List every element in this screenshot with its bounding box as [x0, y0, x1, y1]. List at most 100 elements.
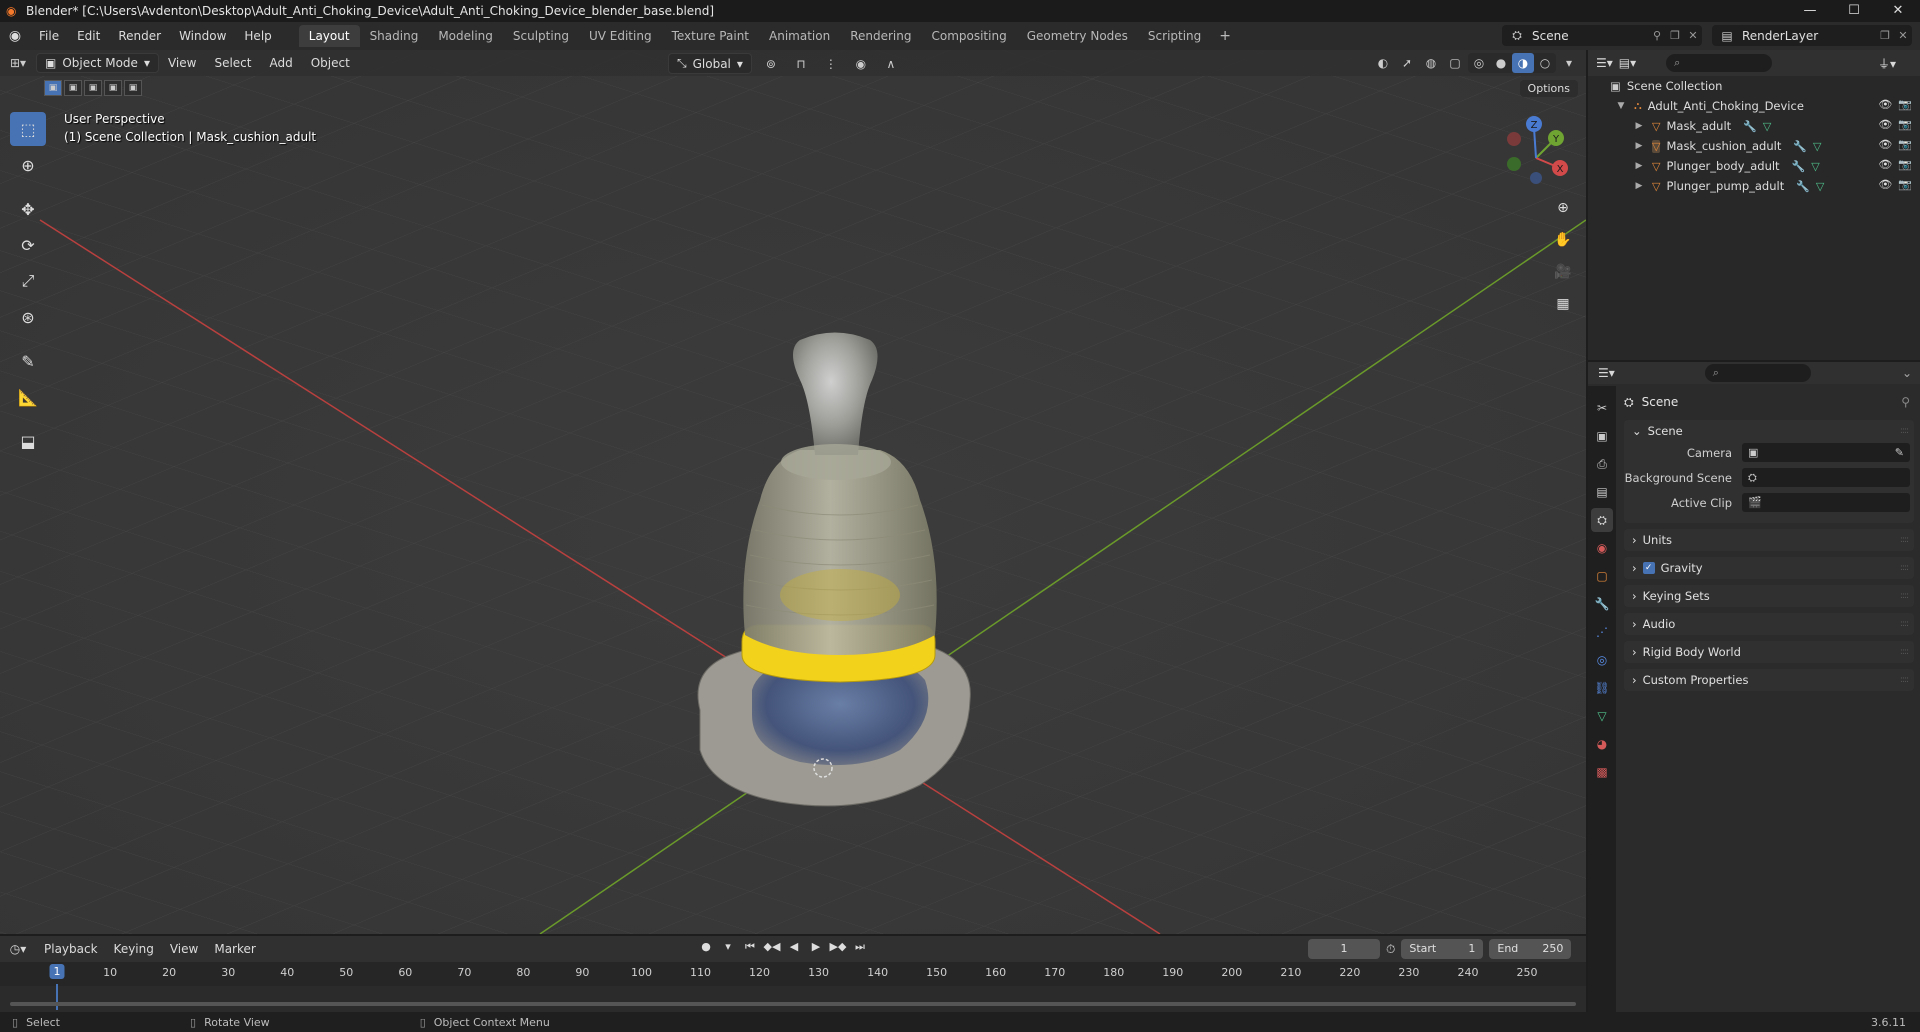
jump-end-icon[interactable]: ⏭	[850, 940, 870, 954]
add-workspace-button[interactable]: +	[1211, 28, 1239, 44]
start-frame-field[interactable]: Start 1	[1401, 939, 1484, 959]
orientation-dropdown[interactable]: ⤡ Global ▾	[668, 53, 752, 74]
select-extend-icon[interactable]: ▣	[64, 80, 82, 96]
physics-tab-icon[interactable]: ◎	[1591, 648, 1613, 672]
jump-start-icon[interactable]: ⏮	[740, 940, 760, 954]
drag-grip-icon[interactable]: ::::	[1900, 563, 1909, 573]
view-layer-selector[interactable]: ▤ RenderLayer ❐ ✕	[1712, 25, 1912, 46]
timeline-menu-keying[interactable]: Keying	[106, 942, 162, 956]
camera-icon[interactable]: 📷	[1898, 118, 1912, 131]
mesh-data-icon[interactable]: ▽	[1811, 160, 1819, 173]
prev-keyframe-icon[interactable]: ◆◀	[762, 940, 782, 954]
keying-sets-panel[interactable]: › Keying Sets::::	[1624, 585, 1914, 607]
modifier-tab-icon[interactable]: 🔧	[1591, 592, 1613, 616]
disclosure-right-icon[interactable]: ▶	[1632, 121, 1646, 131]
gravity-panel[interactable]: › ✓ Gravity::::	[1624, 557, 1914, 579]
camera-icon[interactable]: 📷	[1898, 98, 1912, 111]
rigid-body-world-panel[interactable]: › Rigid Body World::::	[1624, 641, 1914, 663]
3d-viewport[interactable]: Y X Z ⊞▾ ▣ Object Mode ▾ View Select Add…	[0, 50, 1586, 934]
menu-edit[interactable]: Edit	[68, 29, 109, 43]
timeline-ruler[interactable]: 1 10 20 30 40 50 60 70 80 90 100 110 120 130 140 150 16…	[0, 962, 1586, 986]
select-subtract-icon[interactable]: ▣	[84, 80, 102, 96]
outliner-object-row[interactable]: ▶ ▽ Mask_adult 🔧 ▽ 👁 📷	[1588, 116, 1920, 136]
tab-uv-editing[interactable]: UV Editing	[579, 25, 662, 47]
constraints-tab-icon[interactable]: ⛓	[1591, 676, 1613, 700]
current-frame-marker[interactable]: 1	[49, 964, 65, 979]
falloff-icon[interactable]: ∧	[880, 54, 902, 74]
viewport-menu-add[interactable]: Add	[260, 56, 301, 70]
disclosure-down-icon[interactable]: ▼	[1614, 101, 1628, 111]
scene-panel-header[interactable]: ⌄ Scene ::::	[1624, 420, 1914, 442]
viewport-menu-object[interactable]: Object	[302, 56, 359, 70]
new-layer-icon[interactable]: ❐	[1876, 29, 1894, 42]
tool-tab-icon[interactable]: ✂	[1591, 396, 1613, 420]
tab-geometry-nodes[interactable]: Geometry Nodes	[1017, 25, 1138, 47]
timeline-menu-view[interactable]: View	[162, 942, 206, 956]
snap-target-icon[interactable]: ⋮	[820, 54, 842, 74]
pin-icon[interactable]: ⚲	[1901, 395, 1910, 409]
eye-icon[interactable]: 👁	[1878, 158, 1892, 171]
outliner-scene-collection[interactable]: ▣ Scene Collection	[1588, 76, 1920, 96]
chevron-down-icon[interactable]: ⌄	[1902, 366, 1912, 380]
menu-help[interactable]: Help	[235, 29, 280, 43]
annotate-tool-icon[interactable]: ✎	[10, 344, 46, 378]
pan-hand-icon[interactable]: ✋	[1550, 227, 1576, 253]
delete-scene-icon[interactable]: ✕	[1684, 29, 1702, 42]
modifier-wrench-icon[interactable]: 🔧	[1796, 180, 1810, 193]
select-invert-icon[interactable]: ▣	[104, 80, 122, 96]
drag-grip-icon[interactable]: ::::	[1900, 535, 1909, 545]
record-icon[interactable]: ●	[696, 940, 716, 954]
camera-view-icon[interactable]: 🎥	[1550, 259, 1576, 285]
select-box-tool-icon[interactable]: ⬚	[10, 112, 46, 146]
drag-grip-icon[interactable]: ::::	[1900, 647, 1909, 657]
proportional-edit-icon[interactable]: ◉	[850, 54, 872, 74]
menu-render[interactable]: Render	[109, 29, 170, 43]
active-clip-field[interactable]: 🎬	[1742, 493, 1910, 512]
measure-tool-icon[interactable]: 📐	[10, 380, 46, 414]
blender-menu-icon[interactable]: ◉	[0, 28, 30, 44]
minimize-button[interactable]: —	[1788, 0, 1832, 22]
output-tab-icon[interactable]: ⎙	[1591, 452, 1613, 476]
gravity-checkbox[interactable]: ✓	[1642, 562, 1655, 574]
snap-icon[interactable]: ⊓	[790, 54, 812, 74]
scene-name[interactable]: Scene	[1532, 29, 1648, 43]
units-panel[interactable]: › Units::::	[1624, 529, 1914, 551]
view-layer-tab-icon[interactable]: ▤	[1591, 480, 1613, 504]
eye-icon[interactable]: 👁	[1878, 118, 1892, 131]
background-scene-field[interactable]: ⛭	[1742, 468, 1910, 487]
properties-editor-icon[interactable]: ☰▾	[1598, 366, 1615, 380]
shading-options-icon[interactable]: ▾	[1558, 53, 1580, 73]
outliner-object-row[interactable]: ▶ ▽ Plunger_body_adult 🔧 ▽ 👁 📷	[1588, 156, 1920, 176]
data-tab-icon[interactable]: ▽	[1591, 704, 1613, 728]
material-shading-icon[interactable]: ◑	[1512, 53, 1534, 73]
filter-icon[interactable]: ⏚▾	[1878, 55, 1896, 72]
select-intersect-icon[interactable]: ▣	[124, 80, 142, 96]
viewport-menu-select[interactable]: Select	[205, 56, 260, 70]
select-new-icon[interactable]: ▣	[44, 80, 62, 96]
delete-layer-icon[interactable]: ✕	[1894, 29, 1912, 42]
rotate-tool-icon[interactable]: ⟳	[10, 228, 46, 262]
tab-sculpting[interactable]: Sculpting	[503, 25, 579, 47]
current-frame-field[interactable]: 1	[1308, 939, 1380, 959]
move-tool-icon[interactable]: ✥	[10, 192, 46, 226]
tab-texture-paint[interactable]: Texture Paint	[662, 25, 759, 47]
xray-icon[interactable]: ▢	[1444, 53, 1466, 73]
disclosure-right-icon[interactable]: ▶	[1632, 161, 1646, 171]
drag-grip-icon[interactable]: ::::	[1900, 675, 1909, 685]
end-frame-field[interactable]: End 250	[1489, 939, 1572, 959]
scale-tool-icon[interactable]: ⤢	[10, 264, 46, 298]
menu-window[interactable]: Window	[170, 29, 235, 43]
wireframe-shading-icon[interactable]: ◎	[1468, 53, 1490, 73]
overlays-icon[interactable]: ◍	[1420, 53, 1442, 73]
eyedropper-icon[interactable]: ✎	[1895, 446, 1904, 459]
solid-shading-icon[interactable]: ●	[1490, 53, 1512, 73]
record-options-icon[interactable]: ▾	[718, 940, 738, 954]
play-reverse-icon[interactable]: ◀	[784, 940, 804, 954]
playhead[interactable]	[56, 984, 58, 1010]
menu-file[interactable]: File	[30, 29, 68, 43]
scene-tab-icon[interactable]: ⛭	[1591, 508, 1613, 532]
add-cube-tool-icon[interactable]: ⬓	[10, 424, 46, 458]
outliner-object-row-selected[interactable]: ▶ ▽ Mask_cushion_adult 🔧 ▽ 👁 📷	[1588, 136, 1920, 156]
properties-search-input[interactable]: ⌕	[1704, 364, 1811, 382]
render-layer-name[interactable]: RenderLayer	[1742, 29, 1876, 43]
